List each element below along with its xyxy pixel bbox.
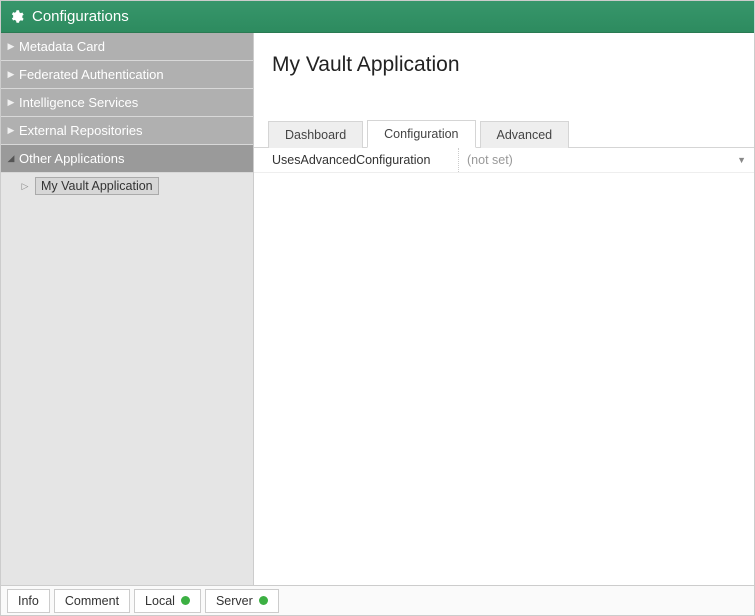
sidebar-item-label: Other Applications xyxy=(17,151,125,166)
property-key: UsesAdvancedConfiguration xyxy=(254,148,459,172)
sidebar-item-external-repos[interactable]: ▶ External Repositories xyxy=(1,117,253,145)
sidebar-item-label: Metadata Card xyxy=(17,39,105,54)
app-title: Configurations xyxy=(32,8,129,25)
footer: Info Comment Local Server xyxy=(1,585,754,615)
chevron-right-icon: ▷ xyxy=(19,181,31,192)
property-value-text: (not set) xyxy=(467,153,513,167)
sidebar-item-intelligence[interactable]: ▶ Intelligence Services xyxy=(1,89,253,117)
sidebar-item-label: Federated Authentication xyxy=(17,67,164,82)
footer-btn-comment[interactable]: Comment xyxy=(54,589,130,613)
property-value-dropdown[interactable]: (not set) ▼ xyxy=(459,148,754,172)
main-panel: My Vault Application Dashboard Configura… xyxy=(254,33,754,585)
status-dot-icon xyxy=(259,596,268,605)
footer-btn-server[interactable]: Server xyxy=(205,589,279,613)
chevron-right-icon: ▶ xyxy=(5,125,17,136)
sidebar-item-label: Intelligence Services xyxy=(17,95,138,110)
footer-btn-local[interactable]: Local xyxy=(134,589,201,613)
tab-configuration[interactable]: Configuration xyxy=(367,120,475,148)
chevron-right-icon: ▶ xyxy=(5,97,17,108)
tab-dashboard[interactable]: Dashboard xyxy=(268,121,363,148)
footer-btn-label: Comment xyxy=(65,594,119,608)
sidebar-item-label: External Repositories xyxy=(17,123,143,138)
page-title: My Vault Application xyxy=(254,33,754,87)
property-row: UsesAdvancedConfiguration (not set) ▼ xyxy=(254,148,754,173)
sidebar-item-federated-auth[interactable]: ▶ Federated Authentication xyxy=(1,61,253,89)
sidebar-item-other-apps[interactable]: ◢ Other Applications xyxy=(1,145,253,173)
footer-btn-label: Info xyxy=(18,594,39,608)
app-body: ▶ Metadata Card ▶ Federated Authenticati… xyxy=(1,33,754,585)
footer-btn-info[interactable]: Info xyxy=(7,589,50,613)
chevron-down-icon: ▼ xyxy=(737,155,746,165)
sidebar: ▶ Metadata Card ▶ Federated Authenticati… xyxy=(1,33,254,585)
sidebar-child-label: My Vault Application xyxy=(35,177,159,195)
chevron-right-icon: ▶ xyxy=(5,69,17,80)
footer-btn-label: Server xyxy=(216,594,253,608)
tabs-row: Dashboard Configuration Advanced xyxy=(254,119,754,148)
status-dot-icon xyxy=(181,596,190,605)
chevron-right-icon: ▶ xyxy=(5,41,17,52)
app-header: Configurations xyxy=(1,1,754,33)
chevron-down-icon: ◢ xyxy=(5,153,17,164)
tab-advanced[interactable]: Advanced xyxy=(480,121,570,148)
gear-icon xyxy=(9,9,24,24)
sidebar-item-metadata-card[interactable]: ▶ Metadata Card xyxy=(1,33,253,61)
footer-btn-label: Local xyxy=(145,594,175,608)
sidebar-child-my-vault-app[interactable]: ▷ My Vault Application xyxy=(1,173,253,199)
